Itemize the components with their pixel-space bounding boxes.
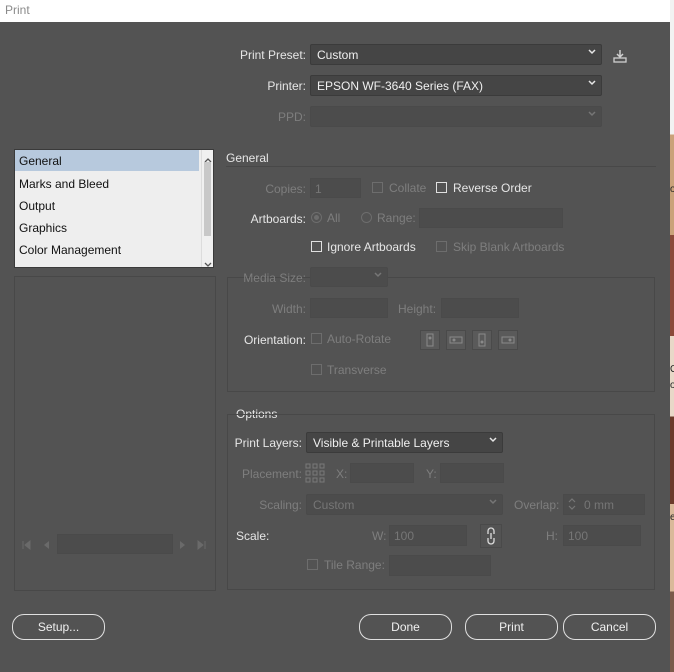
placement-y-field[interactable] <box>440 463 504 483</box>
save-preset-icon[interactable] <box>612 48 628 64</box>
title-bar[interactable]: Print <box>0 0 670 22</box>
reverse-order-label: Reverse Order <box>453 181 532 195</box>
category-list[interactable]: General Marks and Bleed Output Graphics … <box>14 149 214 268</box>
scrollbar-thumb[interactable] <box>204 162 211 236</box>
portrait-orientation-icon[interactable] <box>420 330 440 350</box>
stepper-icon[interactable] <box>568 497 576 514</box>
artboards-all-label: All <box>327 211 341 225</box>
scale-h-label: H: <box>546 529 558 543</box>
sidebar-item-graphics[interactable]: Graphics <box>19 221 67 235</box>
last-page-icon[interactable] <box>197 539 207 553</box>
section-divider <box>226 166 656 167</box>
print-layers-label: Print Layers: <box>234 436 302 450</box>
done-button[interactable]: Done <box>359 614 452 640</box>
flipped-portrait-orientation-icon[interactable] <box>472 330 492 350</box>
placement-x-label: X: <box>336 467 348 481</box>
constrain-proportions-link-icon[interactable] <box>480 524 502 548</box>
overlap-field[interactable]: 0 mm <box>563 494 645 515</box>
skip-blank-artboards-label: Skip Blank Artboards <box>453 240 565 254</box>
chevron-down-icon <box>588 80 596 87</box>
copies-label: Copies: <box>265 182 306 196</box>
ppd-select[interactable] <box>310 106 602 127</box>
tile-range-field[interactable] <box>389 555 491 576</box>
background-text: o <box>670 184 674 195</box>
scaling-label: Scaling: <box>259 498 302 512</box>
ppd-label: PPD: <box>277 110 306 124</box>
previous-page-icon[interactable] <box>41 539 51 553</box>
height-label: Height: <box>398 302 437 316</box>
background-text: e <box>670 512 674 523</box>
artboards-range-label: Range: <box>377 211 416 225</box>
placement-grid-icon[interactable] <box>305 463 325 483</box>
chevron-down-icon <box>374 272 382 279</box>
chevron-down-icon <box>588 49 596 56</box>
print-button[interactable]: Print <box>465 614 558 640</box>
ignore-artboards-label: Ignore Artboards <box>327 240 416 254</box>
media-size-label: Media Size: <box>243 271 306 285</box>
print-preset-label: Print Preset: <box>239 48 306 62</box>
placement-label: Placement: <box>241 467 302 481</box>
printer-label: Printer: <box>267 79 306 93</box>
ignore-artboards-checkbox[interactable] <box>311 241 322 252</box>
sidebar-item-general[interactable]: General <box>15 150 199 171</box>
overlap-label: Overlap: <box>514 498 560 512</box>
chevron-down-icon <box>489 437 497 444</box>
skip-blank-artboards-checkbox[interactable] <box>436 241 447 252</box>
collate-checkbox[interactable] <box>372 182 383 193</box>
orientation-label: Orientation: <box>243 333 306 347</box>
print-layers-value: Visible & Printable Layers <box>313 436 450 450</box>
placement-x-field[interactable] <box>350 463 414 483</box>
general-section-title: General <box>226 151 269 165</box>
printer-select[interactable]: EPSON WF-3640 Series (FAX) <box>310 75 602 96</box>
background-text: O <box>670 364 674 375</box>
scale-w-field[interactable]: 100 <box>389 525 467 546</box>
print-layers-select[interactable]: Visible & Printable Layers <box>306 432 503 453</box>
window-title: Print <box>5 3 30 17</box>
first-page-icon[interactable] <box>21 539 31 553</box>
artboards-range-radio[interactable] <box>361 212 372 223</box>
tile-range-label: Tile Range: <box>324 558 385 572</box>
background-window-strip: o O o e <box>670 0 674 672</box>
landscape-orientation-icon[interactable] <box>446 330 466 350</box>
overlap-value: 0 mm <box>584 498 614 512</box>
chevron-down-icon <box>588 111 596 118</box>
scaling-select[interactable]: Custom <box>306 494 503 515</box>
sidebar-item-output[interactable]: Output <box>19 199 55 213</box>
artboards-range-field[interactable] <box>419 208 563 228</box>
sidebar-item-marks-and-bleed[interactable]: Marks and Bleed <box>19 177 109 191</box>
next-page-icon[interactable] <box>178 539 188 553</box>
width-label: Width: <box>271 302 306 316</box>
placement-y-label: Y: <box>426 467 437 481</box>
transverse-label: Transverse <box>327 363 387 377</box>
tile-range-checkbox[interactable] <box>307 559 318 570</box>
cancel-button[interactable]: Cancel <box>563 614 656 640</box>
print-preset-value: Custom <box>317 48 359 62</box>
transverse-checkbox[interactable] <box>311 364 322 375</box>
background-text: o <box>670 380 674 391</box>
artboards-all-radio[interactable] <box>311 212 322 223</box>
auto-rotate-checkbox[interactable] <box>311 333 322 344</box>
setup-button[interactable]: Setup... <box>12 614 105 640</box>
media-size-select[interactable] <box>310 267 388 287</box>
list-scrollbar[interactable] <box>201 150 213 267</box>
scale-h-field[interactable]: 100 <box>563 525 641 546</box>
flipped-landscape-orientation-icon[interactable] <box>498 330 518 350</box>
sidebar-item-color-management[interactable]: Color Management <box>19 243 121 257</box>
artboards-label: Artboards: <box>250 212 306 226</box>
page-number-field[interactable] <box>57 534 173 554</box>
chevron-down-icon <box>489 499 497 506</box>
printer-value: EPSON WF-3640 Series (FAX) <box>317 79 484 93</box>
print-preview-area <box>14 276 216 591</box>
chevron-down-icon[interactable] <box>204 257 212 267</box>
scale-w-label: W: <box>372 529 387 543</box>
width-field[interactable] <box>310 298 388 318</box>
scale-label: Scale: <box>236 529 270 543</box>
height-field[interactable] <box>441 298 519 318</box>
reverse-order-checkbox[interactable] <box>436 182 447 193</box>
scaling-value: Custom <box>313 498 355 512</box>
auto-rotate-label: Auto-Rotate <box>327 332 392 346</box>
copies-field[interactable]: 1 <box>310 178 361 198</box>
print-preset-select[interactable]: Custom <box>310 44 602 65</box>
collate-label: Collate <box>389 181 427 195</box>
